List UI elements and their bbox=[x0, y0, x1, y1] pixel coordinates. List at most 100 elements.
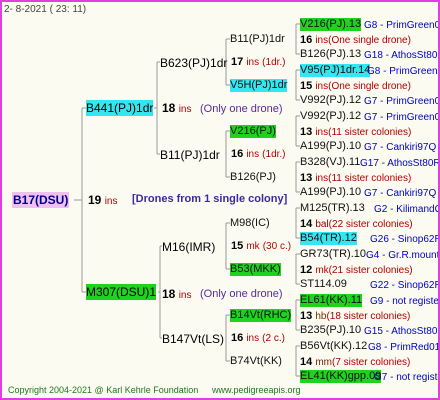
gen2-ins-unit-4: ins bbox=[246, 333, 260, 344]
gen3-ins-8: 14 mm(7 sister colonies) bbox=[300, 356, 410, 369]
gen4-ref-2: G18 - AthosSt80R bbox=[364, 50, 440, 61]
gen4-queen-8[interactable]: A199(PJ).10 bbox=[300, 186, 361, 199]
gen1-ins-2: 18 ins bbox=[162, 286, 192, 304]
gen4-ref-12: G22 - Sinop62R bbox=[370, 280, 440, 291]
gen3-queen-8[interactable]: B74Vt(KK) bbox=[230, 355, 282, 368]
gen4-queen-12[interactable]: ST114.09 bbox=[300, 278, 347, 291]
gen2-ins-num-1: 17 bbox=[231, 56, 244, 68]
gen2-queen-2[interactable]: B11(PJ)1dr bbox=[160, 147, 220, 163]
gen3-ins-unit-3: ins bbox=[315, 127, 329, 138]
gen2-ins-3: 15 mk (30 c.) bbox=[231, 240, 291, 253]
gen4-queen-10[interactable]: B54(TR).12 bbox=[300, 232, 357, 245]
gen4-ref-3: G8 - PrimGreen00 bbox=[367, 66, 438, 77]
gen4-queen-6[interactable]: A199(PJ).10 bbox=[300, 140, 361, 153]
gen4-ref-7: G17 - AthosSt80R bbox=[360, 158, 440, 169]
gen3-ins-unit-5: bal bbox=[315, 219, 329, 230]
gen3-note-6: (21 sister colonies) bbox=[328, 265, 413, 276]
gen4-queen-11[interactable]: GR73(TR).10 bbox=[300, 248, 366, 261]
gen2-ins-unit-2: ins bbox=[246, 149, 260, 160]
gen4-ref-9: G2 - KilimandQ bbox=[374, 204, 440, 215]
gen2-note-3: (30 c.) bbox=[262, 241, 292, 252]
gen3-ins-unit-7: hb bbox=[315, 311, 327, 322]
pedigree-frame: 2- 8-2021 ( 23: 11) B17(DSU) 19 ins [Dro… bbox=[0, 0, 440, 400]
gen4-ref-11: G4 - Gr.R.mounta bbox=[366, 250, 440, 261]
gen2-ins-2: 16 ins (1dr.) bbox=[231, 148, 286, 161]
gen2-queen-1[interactable]: B623(PJ)1dr bbox=[160, 55, 227, 71]
root-ins-unit: ins bbox=[104, 196, 118, 207]
gen4-ref-10: G26 - Sinop62R bbox=[370, 234, 440, 245]
gen2-ins-1: 17 ins (1dr.) bbox=[231, 56, 286, 69]
gen4-queen-2[interactable]: B126(PJ).13 bbox=[300, 48, 361, 61]
gen2-ins-num-2: 16 bbox=[231, 148, 244, 160]
gen4-queen-13[interactable]: EL61(KK).11 bbox=[300, 294, 363, 307]
gen1-ins-num-1: 18 bbox=[162, 101, 176, 115]
gen2-ins-4: 16 ins (2 c.) bbox=[231, 332, 285, 345]
gen3-queen-5[interactable]: M98(IC) bbox=[230, 217, 270, 230]
gen3-ins-unit-8: mm bbox=[315, 357, 332, 368]
root-insemination: 19 ins bbox=[88, 192, 118, 210]
gen3-ins-3: 13 ins(11 sister colonies) bbox=[300, 126, 411, 139]
gen4-ref-5: G7 - PrimGreen00 bbox=[364, 112, 440, 123]
timestamp: 2- 8-2021 ( 23: 11) bbox=[4, 3, 86, 16]
gen4-ref-16: G7 - not registe bbox=[374, 372, 440, 383]
gen3-note-7: (18 sister colonies) bbox=[326, 311, 411, 322]
gen3-ins-unit-6: mk bbox=[315, 265, 329, 276]
gen3-ins-1a: 16 ins(One single drone) bbox=[300, 34, 411, 46]
gen3-ins-num-5: 14 bbox=[300, 218, 313, 230]
gen3-queen-1[interactable]: B11(PJ)1dr bbox=[230, 33, 285, 46]
gen1-note-2: (Only one drone) bbox=[200, 288, 283, 300]
gen4-queen-15[interactable]: B56Vt(KK).12 bbox=[300, 340, 367, 353]
gen1-queen-1[interactable]: B441(PJ)1dr bbox=[86, 100, 154, 116]
gen3-ins-7: 13 hb(18 sister colonies) bbox=[300, 310, 410, 323]
gen3-ins-num-8: 14 bbox=[300, 356, 313, 368]
gen1-ins-unit-2: ins bbox=[178, 290, 192, 301]
root-ins-num: 19 bbox=[88, 193, 102, 207]
gen3-note-8: (7 sister colonies) bbox=[331, 357, 411, 368]
gen1-ins-1: 18 ins bbox=[162, 100, 192, 118]
gen4-queen-7[interactable]: B328(VJ).11 bbox=[300, 156, 360, 169]
gen4-ref-1: G8 - PrimGreen00 bbox=[364, 20, 440, 31]
gen4-queen-3[interactable]: V95(PJ)1dr.14 bbox=[300, 64, 371, 77]
gen1-note-1: (Only one drone) bbox=[200, 103, 283, 115]
root-note: [Drones from 1 single colony] bbox=[132, 193, 288, 205]
gen4-queen-9[interactable]: M125(TR).13 bbox=[300, 202, 365, 215]
gen4-queen-14[interactable]: B235(PJ).10 bbox=[300, 324, 361, 337]
gen4-ref-8: G7 - Cankiri97Q bbox=[364, 188, 437, 199]
gen2-ins-num-4: 16 bbox=[231, 332, 244, 344]
gen3-queen-3[interactable]: V216(PJ) bbox=[230, 125, 276, 138]
gen4-queen-16[interactable]: EL41(KK)gpp.09 bbox=[300, 370, 382, 383]
gen4-ref-6: G7 - Cankiri97Q bbox=[364, 142, 437, 153]
gen4-queen-5[interactable]: V992(PJ).12 bbox=[300, 110, 361, 123]
gen2-note-1: (1dr.) bbox=[262, 57, 286, 68]
root-queen[interactable]: B17(DSU) bbox=[12, 192, 70, 208]
gen3-ins-num-3: 13 bbox=[300, 126, 313, 138]
gen3-queen-6[interactable]: B53(MKK) bbox=[230, 263, 281, 276]
site-link[interactable]: www.pedigreeapis.org bbox=[212, 384, 301, 397]
gen2-note-4: (2 c.) bbox=[262, 333, 285, 344]
time-text: ( 23: 11) bbox=[49, 4, 87, 15]
gen4-queen-1[interactable]: V216(PJ).13 bbox=[300, 18, 362, 31]
gen2-note-2: (1dr.) bbox=[262, 149, 286, 160]
gen4-ref-4: G7 - PrimGreen00 bbox=[364, 96, 440, 107]
date-text: 2- 8-2021 bbox=[4, 4, 47, 15]
gen4-ref-13: G9 - not registe bbox=[370, 296, 439, 307]
gen3-ins-num-7: 13 bbox=[300, 310, 313, 322]
gen3-ins-6: 12 mk(21 sister colonies) bbox=[300, 264, 413, 277]
gen4-ref-14: G15 - AthosSt80R bbox=[364, 326, 440, 337]
gen1-queen-2[interactable]: M307(DSU)1 bbox=[86, 284, 157, 300]
gen3-queen-7[interactable]: B14Vt(RHC) bbox=[230, 309, 292, 322]
gen3-ins-5: 14 bal(22 sister colonies) bbox=[300, 218, 413, 231]
gen2-queen-4[interactable]: B147Vt(LS) bbox=[162, 331, 224, 347]
gen2-queen-3[interactable]: M16(IMR) bbox=[162, 239, 215, 255]
gen3-queen-2[interactable]: V5H(PJ)1dr bbox=[230, 79, 288, 92]
gen2-ins-unit-3: mk bbox=[246, 241, 260, 252]
gen3-ins-num-6: 12 bbox=[300, 264, 313, 276]
gen3-note-5: (22 sister colonies) bbox=[328, 219, 413, 230]
gen3-note-3: (11 sister colonies) bbox=[328, 127, 412, 138]
gen3-queen-4[interactable]: B126(PJ) bbox=[230, 171, 276, 184]
gen4-queen-4[interactable]: V992(PJ).12 bbox=[300, 94, 361, 107]
gen1-ins-unit-1: ins bbox=[178, 104, 192, 115]
gen1-ins-num-2: 18 bbox=[162, 287, 176, 301]
gen2-ins-num-3: 15 bbox=[231, 240, 244, 252]
gen3-ins-2a: 15 ins(One single drone) bbox=[300, 80, 411, 92]
